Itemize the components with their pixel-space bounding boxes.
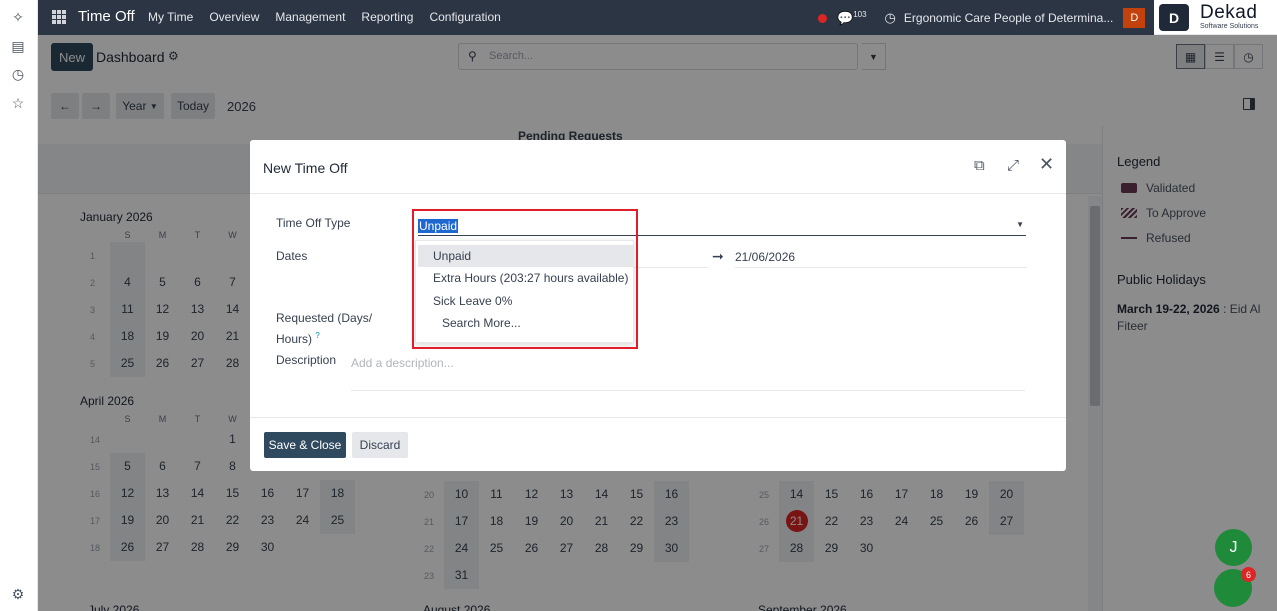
logo-tagline: Software Solutions: [1200, 23, 1259, 30]
user-avatar[interactable]: D: [1123, 8, 1146, 28]
date-from-field[interactable]: [630, 267, 708, 268]
annotation-highlight: [412, 209, 638, 349]
arrow-right-icon: ➞: [712, 248, 724, 264]
new-time-off-dialog: New Time Off ⧉ ⤢ ✕ Time Off Type Unpaid …: [250, 140, 1066, 471]
menu-management[interactable]: Management: [275, 10, 345, 24]
activity-clock-icon[interactable]: ◷: [885, 10, 896, 26]
apps-menu-icon[interactable]: [52, 10, 66, 24]
menu-my-time[interactable]: My Time: [148, 10, 193, 24]
company-switcher[interactable]: Ergonomic Care People of Determina...: [904, 11, 1113, 25]
menu-overview[interactable]: Overview: [209, 10, 259, 24]
notification-badge: 6: [1241, 567, 1256, 582]
dialog-footer: Save & Close Discard: [250, 417, 1066, 471]
user-chat-bubble[interactable]: J: [1215, 529, 1252, 566]
description-placeholder: Add a description...: [351, 356, 454, 370]
dialog-header: New Time Off ⧉ ⤢ ✕: [250, 140, 1066, 194]
expand-icon[interactable]: ⤢: [1007, 157, 1019, 174]
chat-icon: 💬: [837, 10, 854, 26]
discard-button[interactable]: Discard: [352, 432, 408, 458]
settings-icon[interactable]: ⚙: [9, 585, 27, 603]
requested-label-text: Requested (Days/ Hours): [276, 311, 373, 346]
save-close-button[interactable]: Save & Close: [264, 432, 346, 458]
star-icon[interactable]: ☆: [9, 94, 27, 112]
left-rail: ✧ ▤ ◷ ☆ ⚙: [0, 0, 38, 611]
description-field[interactable]: Add a description...: [351, 354, 1025, 391]
main-menu: My Time Overview Management Reporting Co…: [148, 10, 501, 24]
logo-mark-icon: D: [1159, 4, 1189, 31]
top-navbar: Time Off My Time Overview Management Rep…: [38, 0, 1154, 35]
navbar-systray: 💬103 ◷ Ergonomic Care People of Determin…: [818, 8, 1146, 28]
close-icon[interactable]: ✕: [1039, 154, 1054, 175]
status-dot-icon[interactable]: [818, 13, 827, 23]
message-count: 103: [853, 9, 867, 19]
date-to-field[interactable]: 21/06/2026: [735, 250, 1027, 268]
company-logo: D Dekad Software Solutions: [1154, 0, 1277, 35]
clipboard-icon[interactable]: ▤: [9, 37, 27, 55]
messages-button[interactable]: 💬103: [837, 10, 867, 26]
menu-reporting[interactable]: Reporting: [361, 10, 413, 24]
caret-down-icon[interactable]: ▼: [1016, 220, 1024, 229]
app-name[interactable]: Time Off: [78, 8, 135, 25]
description-label: Description: [276, 353, 337, 367]
sparkle-icon[interactable]: ✧: [9, 8, 27, 26]
logo-name: Dekad: [1200, 2, 1258, 23]
help-tooltip-icon[interactable]: ?: [315, 331, 319, 340]
time-off-type-label: Time Off Type: [276, 216, 351, 230]
menu-configuration[interactable]: Configuration: [429, 10, 500, 24]
dialog-title: New Time Off: [263, 160, 348, 176]
requested-label: Requested (Days/ Hours) ?: [276, 310, 386, 348]
clock-icon[interactable]: ◷: [9, 65, 27, 83]
open-external-icon[interactable]: ⧉: [974, 157, 985, 174]
dates-label: Dates: [276, 249, 308, 263]
